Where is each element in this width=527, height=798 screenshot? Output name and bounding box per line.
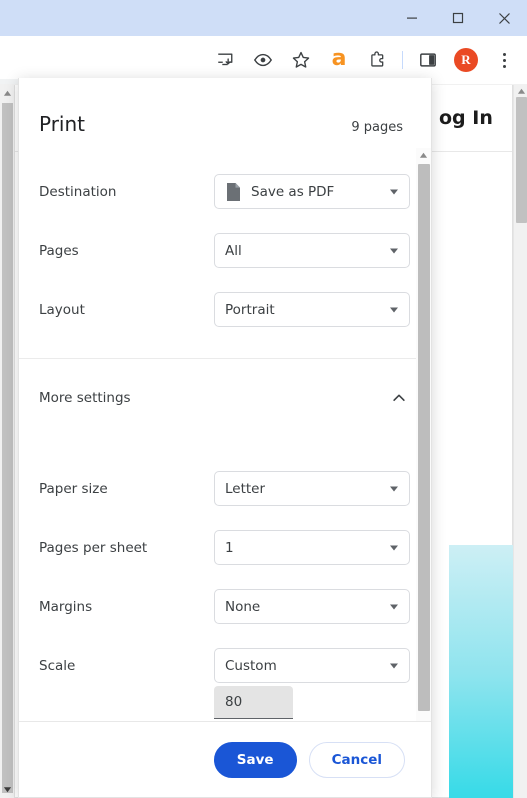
chevron-down-icon xyxy=(390,307,398,312)
scale-input-container xyxy=(19,686,431,719)
minimize-icon xyxy=(407,17,417,19)
browser-toolbar: a R xyxy=(0,36,527,113)
cancel-button[interactable]: Cancel xyxy=(308,741,405,778)
layout-label: Layout xyxy=(39,301,85,318)
bookmark-star-icon xyxy=(292,51,310,68)
print-dialog-title: Print xyxy=(39,112,86,136)
margins-select[interactable]: None xyxy=(214,589,410,624)
close-button[interactable] xyxy=(481,0,527,36)
toolbar-divider xyxy=(402,51,403,69)
dialog-scroll-up-arrow-icon[interactable] xyxy=(419,151,428,160)
chevron-down-icon xyxy=(390,248,398,253)
setting-row-paper-size: Paper size Letter xyxy=(39,459,411,518)
more-settings-toggle[interactable]: More settings xyxy=(19,359,431,436)
setting-row-margins: Margins None xyxy=(39,577,411,636)
pages-select[interactable]: All xyxy=(214,233,410,268)
paper-size-select[interactable]: Letter xyxy=(214,471,410,506)
browser-window: a R og In Print 9 pages Destination Save… xyxy=(0,0,527,798)
close-icon xyxy=(498,12,510,24)
minimize-button[interactable] xyxy=(389,0,435,36)
chevron-up-icon xyxy=(393,394,405,401)
scale-select[interactable]: Custom xyxy=(214,648,410,683)
print-dialog-scrollbar[interactable] xyxy=(416,148,431,797)
maximize-icon xyxy=(452,12,464,24)
reading-mode-button[interactable] xyxy=(247,44,279,76)
outer-page-scrollbar[interactable] xyxy=(0,85,14,798)
window-titlebar xyxy=(0,0,527,36)
pages-per-sheet-select[interactable]: 1 xyxy=(214,530,410,565)
pages-value: All xyxy=(225,242,242,259)
outer-scroll-up-arrow-icon[interactable] xyxy=(3,89,12,98)
side-panel-button[interactable] xyxy=(412,44,444,76)
extensions-button[interactable] xyxy=(361,44,393,76)
print-dialog-footer: Save Cancel xyxy=(19,721,431,797)
primary-settings-section: Destination Save as PDF Pages All Layout… xyxy=(19,162,431,339)
chevron-down-icon xyxy=(390,189,398,194)
install-app-icon xyxy=(218,53,233,66)
paper-size-value: Letter xyxy=(225,480,266,497)
scale-label: Scale xyxy=(39,657,76,674)
scale-value: Custom xyxy=(225,657,277,674)
margins-label: Margins xyxy=(39,598,93,615)
destination-value: Save as PDF xyxy=(251,183,335,200)
chevron-down-icon xyxy=(390,663,398,668)
window-controls xyxy=(389,0,527,36)
extension-a-icon: a xyxy=(331,46,347,71)
layout-value: Portrait xyxy=(225,301,275,318)
outer-scroll-down-arrow-icon[interactable] xyxy=(3,785,12,794)
maximize-button[interactable] xyxy=(435,0,481,36)
reading-mode-eye-icon xyxy=(253,53,273,67)
browser-menu-button[interactable] xyxy=(488,44,520,76)
side-panel-icon xyxy=(420,53,436,67)
destination-select[interactable]: Save as PDF xyxy=(214,174,410,209)
toolbar-icon-group: a R xyxy=(206,36,527,84)
setting-row-pages: Pages All xyxy=(39,221,411,280)
print-settings-scroll-area: Print 9 pages Destination Save as PDF Pa… xyxy=(19,78,431,722)
browser-menu-kebab-icon xyxy=(502,52,506,68)
pdf-document-icon xyxy=(227,182,240,201)
setting-row-layout: Layout Portrait xyxy=(39,280,411,339)
setting-row-pages-per-sheet: Pages per sheet 1 xyxy=(39,518,411,577)
pages-label: Pages xyxy=(39,242,79,259)
print-dialog-scrollbar-thumb[interactable] xyxy=(418,164,430,711)
extensions-puzzle-icon xyxy=(370,50,383,67)
scroll-up-arrow-icon[interactable] xyxy=(517,87,526,96)
page-count-summary: 9 pages xyxy=(351,120,403,135)
setting-row-destination: Destination Save as PDF xyxy=(39,162,411,221)
destination-label: Destination xyxy=(39,183,117,200)
install-app-button[interactable] xyxy=(209,44,241,76)
print-dialog: Print 9 pages Destination Save as PDF Pa… xyxy=(18,78,432,798)
page-scrollbar-thumb[interactable] xyxy=(516,97,527,223)
scale-input[interactable] xyxy=(214,686,293,719)
paper-size-label: Paper size xyxy=(39,480,108,497)
chevron-down-icon xyxy=(390,486,398,491)
layout-select[interactable]: Portrait xyxy=(214,292,410,327)
pages-per-sheet-value: 1 xyxy=(225,539,234,556)
print-dialog-header: Print 9 pages xyxy=(19,78,431,136)
margins-value: None xyxy=(225,598,261,615)
save-button[interactable]: Save xyxy=(213,741,297,778)
avatar: R xyxy=(454,48,478,72)
more-settings-label: More settings xyxy=(39,389,131,406)
chevron-down-icon xyxy=(390,604,398,609)
bookmark-button[interactable] xyxy=(285,44,317,76)
accent-panel xyxy=(449,545,513,798)
more-settings-section: Paper size Letter Pages per sheet 1 Marg… xyxy=(19,459,431,695)
outer-page-scrollbar-thumb[interactable] xyxy=(2,103,13,793)
extension-a-button[interactable]: a xyxy=(323,44,355,76)
profile-button[interactable]: R xyxy=(450,44,482,76)
chevron-down-icon xyxy=(390,545,398,550)
login-link[interactable]: og In xyxy=(439,107,493,129)
pages-per-sheet-label: Pages per sheet xyxy=(39,539,148,556)
page-scrollbar[interactable] xyxy=(513,85,527,798)
